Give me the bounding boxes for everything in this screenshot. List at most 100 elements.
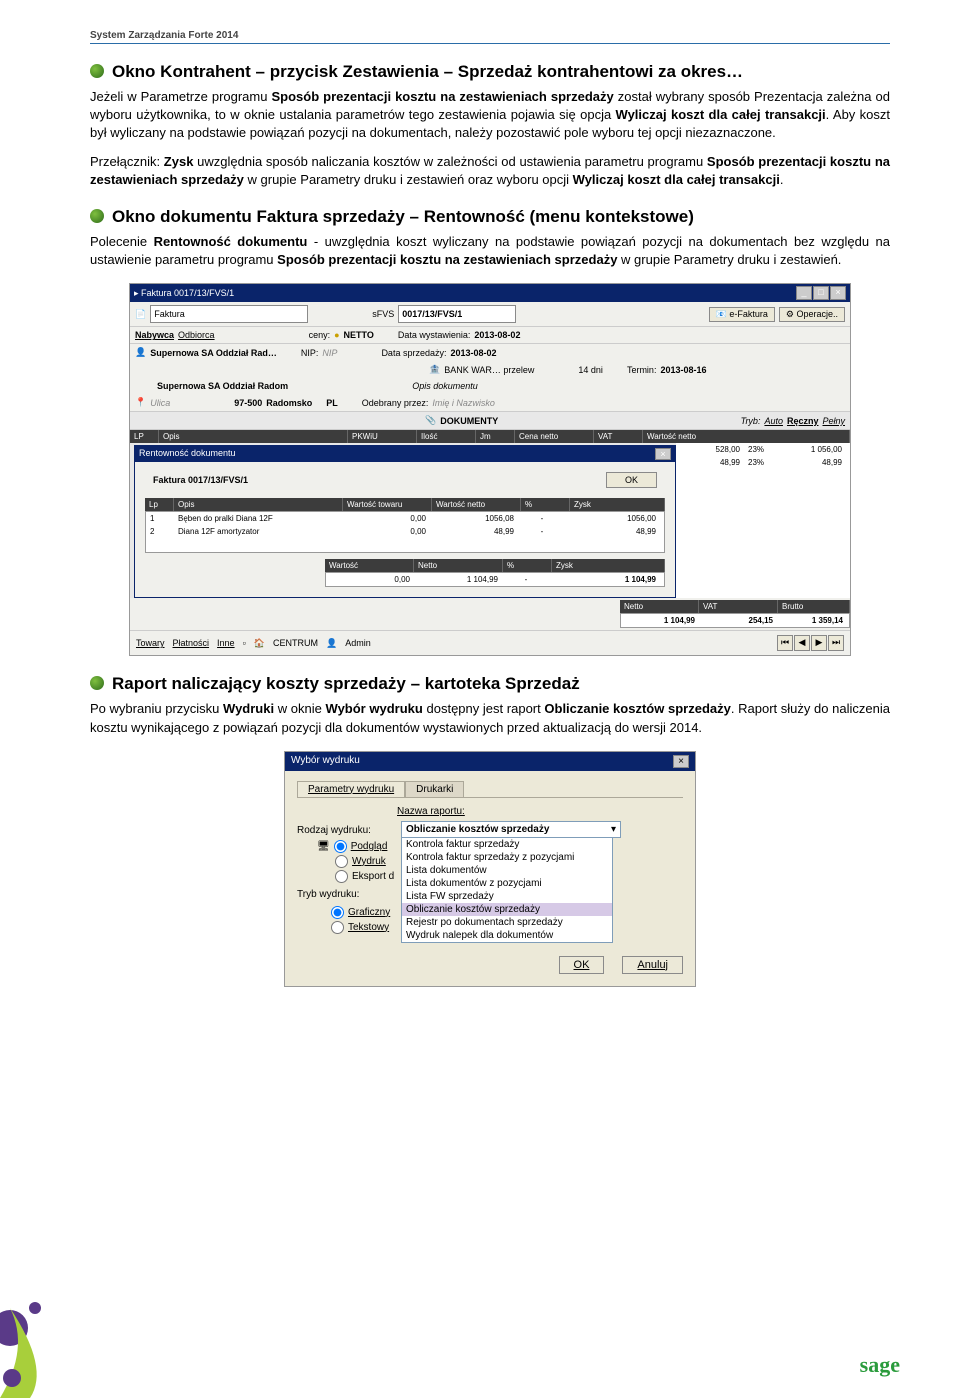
list-item[interactable]: Kontrola faktur sprzedaży z pozycjami <box>402 851 612 864</box>
close-icon[interactable]: × <box>830 286 846 300</box>
tab-drukarki[interactable]: Drukarki <box>405 781 464 797</box>
bullet-icon <box>90 209 104 223</box>
ceny-label: ceny: <box>309 330 331 340</box>
address-icon: 📍 <box>135 397 146 408</box>
coin-icon: ● <box>334 330 339 340</box>
user-icon: 👤 <box>326 638 337 649</box>
termin-value: 2013-08-16 <box>660 365 706 375</box>
nav-buttons[interactable]: ⏮◀▶⏭ <box>777 635 844 651</box>
operacje-button[interactable]: ⚙ Operacje.. <box>779 307 845 322</box>
section-title: Okno Kontrahent – przycisk Zestawienia –… <box>112 62 743 82</box>
contractor-icon: 👤 <box>135 347 146 358</box>
received-by-label: Odebrany przez: <box>362 398 429 408</box>
dialog-titlebar: Wybór wydruku× <box>285 752 695 771</box>
flag-icon: ▫ <box>243 638 246 648</box>
centrum-label: CENTRUM <box>273 638 318 648</box>
radio-graficzny[interactable]: Graficzny <box>331 906 397 919</box>
nav-last-icon[interactable]: ⏭ <box>828 635 844 651</box>
radio-eksport[interactable]: Eksport d <box>317 870 397 883</box>
table-row: 528,0023%1 056,00 <box>676 443 850 456</box>
list-item[interactable]: Wydruk nalepek dla dokumentów <box>402 929 612 942</box>
section-okno-kontrahent: Okno Kontrahent – przycisk Zestawienia –… <box>90 62 890 189</box>
tab-nabywca[interactable]: Nabywca <box>135 330 174 340</box>
window-buttons[interactable]: _□× <box>795 286 846 300</box>
list-item[interactable]: Rejestr po dokumentach sprzedaży <box>402 916 612 929</box>
screenshot-faktura: ▸ Faktura 0017/13/FVS/1 _□× 📄 Faktura sF… <box>129 283 851 656</box>
termin-label: Termin: <box>627 365 657 375</box>
window-titlebar: ▸ Faktura 0017/13/FVS/1 _□× <box>130 284 850 302</box>
tryb-pelny[interactable]: Pełny <box>822 416 845 426</box>
list-item[interactable]: Obliczanie kosztów sprzedaży <box>402 903 612 916</box>
doc-desc: Opis dokumentu <box>412 381 478 391</box>
page-header: System Zarządzania Forte 2014 <box>90 30 890 44</box>
radio-wydruk[interactable]: Wydruk <box>317 855 397 868</box>
admin-label: Admin <box>345 638 371 648</box>
tab-odbiorca[interactable]: Odbiorca <box>178 330 215 340</box>
doc-type-field[interactable]: Faktura <box>150 305 308 323</box>
maximize-icon[interactable]: □ <box>813 286 829 300</box>
nav-first-icon[interactable]: ⏮ <box>777 635 793 651</box>
modal-title: Rentowność dokumentu <box>139 448 236 460</box>
contractor-name: Supernowa SA Oddział Rad… <box>150 348 277 358</box>
decorative-graphic <box>0 1238 90 1398</box>
home-icon: 🏠 <box>254 638 265 649</box>
modal-rentownosc: Rentowność dokumentu × Faktura 0017/13/FV… <box>134 445 676 598</box>
table-row: 48,9923%48,99 <box>676 456 850 469</box>
close-icon[interactable]: × <box>673 755 689 768</box>
nip-value: NIP <box>322 348 337 358</box>
list-item[interactable]: Lista dokumentów z pozycjami <box>402 877 612 890</box>
table-row: 1Bęben do pralki Diana 12F0,001056,08-10… <box>146 512 664 525</box>
bank-icon: 🏦 <box>429 364 440 375</box>
rodzaj-label: Rodzaj wydruku: <box>297 825 397 836</box>
series-label: sFVS <box>372 309 394 319</box>
section-raport: Raport naliczający koszty sprzedaży – ka… <box>90 674 890 986</box>
tab-towary[interactable]: Towary <box>136 638 165 648</box>
bullet-icon <box>90 64 104 78</box>
tab-parametry[interactable]: Parametry wydruku <box>297 781 405 797</box>
paragraph: Po wybraniu przycisku Wydruki w oknie Wy… <box>90 700 890 736</box>
section-okno-dokumentu: Okno dokumentu Faktura sprzedaży – Rento… <box>90 207 890 656</box>
bullet-icon <box>90 676 104 690</box>
nav-next-icon[interactable]: ▶ <box>811 635 827 651</box>
list-item[interactable]: Lista dokumentów <box>402 864 612 877</box>
contractor-full: Supernowa SA Oddział Radom <box>157 381 288 391</box>
report-dropdown-list[interactable]: Kontrola faktur sprzedaży Kontrola faktu… <box>401 837 613 943</box>
anuluj-button[interactable]: Anuluj <box>622 956 683 974</box>
tab-platnosci[interactable]: Płatności <box>173 638 210 648</box>
sage-logo: sage <box>860 1352 900 1378</box>
nip-label: NIP: <box>301 348 319 358</box>
report-select[interactable]: Obliczanie kosztów sprzedaży▾ <box>401 821 621 838</box>
list-item[interactable]: Lista FW sprzedaży <box>402 890 612 903</box>
list-item[interactable]: Kontrola faktur sprzedaży <box>402 838 612 851</box>
doc-number-field[interactable]: 0017/13/FVS/1 <box>398 305 516 323</box>
radio-podglad[interactable]: 🖥 Podgląd <box>317 840 397 853</box>
street-label: Ulica <box>150 398 170 408</box>
date-issue-label: Data wystawienia: <box>398 330 471 340</box>
ok-button[interactable]: OK <box>559 956 605 974</box>
tryb-auto[interactable]: Auto <box>764 416 783 426</box>
tryb-label: Tryb: <box>741 416 761 426</box>
paragraph: Polecenie Rentowność dokumentu - uwzględ… <box>90 233 890 269</box>
efaktura-button[interactable]: 📧 e-Faktura <box>709 307 775 322</box>
minimize-icon[interactable]: _ <box>796 286 812 300</box>
tryb-reczny[interactable]: Ręczny <box>787 416 819 426</box>
date-sale-label: Data sprzedaży: <box>381 348 446 358</box>
received-by-value: Imię i Nazwisko <box>432 398 495 408</box>
screenshot-wybor-wydruku: Wybór wydruku× Parametry wydruku Drukark… <box>284 751 696 987</box>
modal-doc-label: Faktura 0017/13/FVS/1 <box>153 475 248 485</box>
table-row: 2Diana 12F amortyzator0,0048,99-48,99 <box>146 525 664 538</box>
tryb-label: Tryb wydruku: <box>297 889 397 900</box>
section-title: Okno dokumentu Faktura sprzedaży – Rento… <box>112 207 694 227</box>
dokumenty-label: DOKUMENTY <box>440 416 498 426</box>
doc-icon: 📄 <box>135 309 146 320</box>
bank-info return: BANK WAR… przelew <box>444 365 534 375</box>
nazwa-raportu-label: Nazwa raportu: <box>397 806 465 817</box>
close-icon[interactable]: × <box>655 448 671 460</box>
days-label: 14 dni <box>578 365 603 375</box>
paragraph: Jeżeli w Parametrze programu Sposób prez… <box>90 88 890 143</box>
nav-prev-icon[interactable]: ◀ <box>794 635 810 651</box>
netto-label: NETTO <box>344 330 374 340</box>
ok-button[interactable]: OK <box>606 472 657 488</box>
tab-inne[interactable]: Inne <box>217 638 235 648</box>
radio-tekstowy[interactable]: Tekstowy <box>331 921 397 934</box>
